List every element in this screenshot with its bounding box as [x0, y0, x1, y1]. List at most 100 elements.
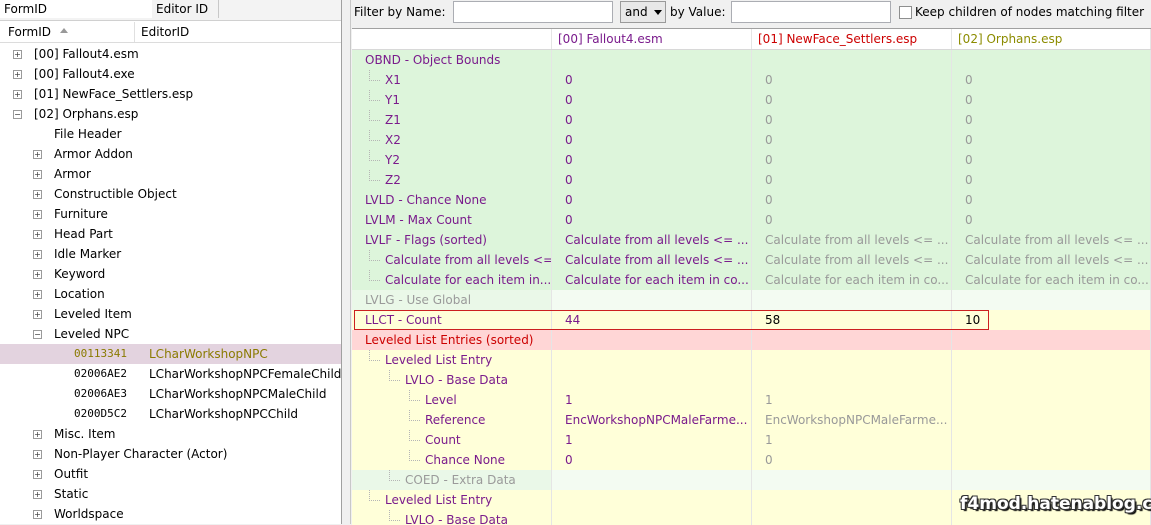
value-cell-orphans[interactable] — [952, 370, 1151, 390]
tree-node-row[interactable]: − [02] Orphans.esp — [0, 104, 341, 124]
value-cell-orphans[interactable]: 0 — [952, 130, 1151, 150]
tree-node-row[interactable]: + Outfit — [0, 464, 341, 484]
tree-node-row[interactable]: + Misc. Item — [0, 424, 341, 444]
tree-node-row[interactable]: File Header — [0, 124, 341, 144]
tree-node-row[interactable]: + Armor — [0, 164, 341, 184]
grid-row[interactable]: X2 0 0 0 — [352, 130, 1151, 151]
value-cell-fallout4[interactable]: 0 — [552, 70, 752, 90]
expand-icon[interactable]: + — [33, 510, 42, 519]
value-cell-newface[interactable] — [752, 50, 952, 70]
value-cell-fallout4[interactable]: EncWorkshopNPCMaleFarme... — [552, 410, 752, 430]
header-cell-fallout4[interactable]: [00] Fallout4.esm — [552, 29, 752, 49]
value-cell-newface[interactable] — [752, 290, 952, 310]
grid-row[interactable]: Reference EncWorkshopNPCMaleFarme... EncWo… — [352, 410, 1151, 431]
value-cell-orphans[interactable] — [952, 290, 1151, 310]
value-cell-newface[interactable]: Calculate for each item in co... — [752, 270, 952, 290]
expand-icon[interactable]: + — [33, 450, 42, 459]
tree-node-row[interactable]: + Idle Marker — [0, 244, 341, 264]
expand-icon[interactable]: + — [33, 170, 42, 179]
value-cell-orphans[interactable] — [952, 450, 1151, 470]
grid-row[interactable]: Leveled List Entry — [352, 350, 1151, 371]
value-cell-orphans[interactable] — [952, 410, 1151, 430]
grid-row[interactable]: Count 1 1 — [352, 430, 1151, 451]
value-cell-orphans[interactable]: 0 — [952, 190, 1151, 210]
grid-row[interactable]: X1 0 0 0 — [352, 70, 1151, 91]
value-cell-newface[interactable] — [752, 370, 952, 390]
grid-row[interactable]: Y1 0 0 0 — [352, 90, 1151, 111]
expand-icon[interactable]: + — [33, 310, 42, 319]
expand-icon[interactable]: + — [13, 90, 22, 99]
grid-row[interactable]: Level 1 1 — [352, 390, 1151, 411]
grid-row[interactable]: Chance None 0 0 — [352, 450, 1151, 471]
expand-icon[interactable]: + — [13, 70, 22, 79]
value-cell-orphans[interactable]: 0 — [952, 110, 1151, 130]
value-cell-fallout4[interactable]: 0 — [552, 130, 752, 150]
value-cell-newface[interactable]: 0 — [752, 70, 952, 90]
grid-row[interactable]: Z1 0 0 0 — [352, 110, 1151, 131]
header-cell-orphans[interactable]: [02] Orphans.esp — [952, 29, 1151, 49]
value-cell-orphans[interactable]: Calculate for each item in co... — [952, 270, 1151, 290]
value-cell-newface[interactable]: Calculate from all levels <= ... — [752, 250, 952, 270]
filter-name-input[interactable] — [453, 1, 613, 23]
tree-node-row[interactable]: + Worldspace — [0, 504, 341, 524]
tree-node-row[interactable]: + Furniture — [0, 204, 341, 224]
value-cell-fallout4[interactable]: 0 — [552, 90, 752, 110]
tree-node-row[interactable]: + Non-Player Character (Actor) — [0, 444, 341, 464]
value-cell-orphans[interactable] — [952, 470, 1151, 490]
grid-row[interactable]: Calculate for each item in... Calculate f… — [352, 270, 1151, 291]
tree-node-row[interactable]: + [00] Fallout4.exe — [0, 64, 341, 84]
value-cell-fallout4[interactable]: 1 — [552, 430, 752, 450]
tab-editorid[interactable]: Editor ID — [152, 0, 219, 18]
grid-row[interactable]: LVLD - Chance None 0 0 0 — [352, 190, 1151, 211]
value-cell-fallout4[interactable] — [552, 370, 752, 390]
expand-icon[interactable]: + — [33, 470, 42, 479]
pane-splitter[interactable] — [342, 0, 351, 524]
grid-row[interactable]: LVLM - Max Count 0 0 0 — [352, 210, 1151, 231]
column-editorid[interactable]: EditorID — [141, 22, 189, 42]
expand-icon[interactable]: + — [33, 210, 42, 219]
expand-icon[interactable]: + — [33, 230, 42, 239]
expand-icon[interactable]: + — [33, 150, 42, 159]
tab-formid[interactable]: FormID — [0, 0, 155, 18]
value-cell-newface[interactable] — [752, 350, 952, 370]
tree-node-row[interactable]: + [01] NewFace_Settlers.esp — [0, 84, 341, 104]
expand-icon[interactable]: + — [33, 190, 42, 199]
value-cell-orphans[interactable] — [952, 390, 1151, 410]
value-cell-newface[interactable]: 0 — [752, 110, 952, 130]
value-cell-newface[interactable]: 0 — [752, 90, 952, 110]
tree-record-row[interactable]: 02006AE2 LCharWorkshopNPCFemaleChild — [0, 364, 341, 384]
tree-node-row[interactable]: + Keyword — [0, 264, 341, 284]
collapse-icon[interactable]: − — [33, 330, 42, 339]
value-cell-fallout4[interactable] — [552, 510, 752, 525]
tree-node-row[interactable]: + Head Part — [0, 224, 341, 244]
grid-row[interactable]: COED - Extra Data — [352, 470, 1151, 491]
value-cell-fallout4[interactable]: 1 — [552, 390, 752, 410]
value-cell-newface[interactable]: 0 — [752, 170, 952, 190]
expand-icon[interactable]: + — [33, 250, 42, 259]
header-cell-newface[interactable]: [01] NewFace_Settlers.esp — [752, 29, 952, 49]
value-cell-newface[interactable]: 0 — [752, 210, 952, 230]
tree-node-row[interactable]: + [00] Fallout4.esm — [0, 44, 341, 64]
value-cell-fallout4[interactable] — [552, 290, 752, 310]
value-cell-fallout4[interactable] — [552, 330, 752, 350]
value-cell-fallout4[interactable] — [552, 490, 752, 510]
value-cell-fallout4[interactable]: 0 — [552, 210, 752, 230]
value-cell-fallout4[interactable]: Calculate from all levels <= ... — [552, 230, 752, 250]
value-cell-orphans[interactable] — [952, 50, 1151, 70]
filter-operator-select[interactable]: and — [620, 1, 666, 23]
value-cell-orphans[interactable]: 0 — [952, 210, 1151, 230]
collapse-icon[interactable]: − — [13, 110, 22, 119]
value-cell-orphans[interactable]: Calculate from all levels <= ... — [952, 250, 1151, 270]
value-cell-fallout4[interactable] — [552, 50, 752, 70]
tree-record-row[interactable]: 0200D5C2 LCharWorkshopNPCChild — [0, 404, 341, 424]
grid-row[interactable]: LVLF - Flags (sorted) Calculate from all … — [352, 230, 1151, 251]
value-cell-newface[interactable]: 0 — [752, 190, 952, 210]
grid-row[interactable]: LVLO - Base Data — [352, 370, 1151, 391]
value-cell-newface[interactable]: 0 — [752, 130, 952, 150]
value-cell-orphans[interactable] — [952, 350, 1151, 370]
grid-row[interactable]: Calculate from all levels <= ... Calculat… — [352, 250, 1151, 271]
value-cell-newface[interactable] — [752, 330, 952, 350]
column-formid[interactable]: FormID — [8, 22, 51, 42]
expand-icon[interactable]: + — [33, 270, 42, 279]
expand-icon[interactable]: + — [13, 50, 22, 59]
